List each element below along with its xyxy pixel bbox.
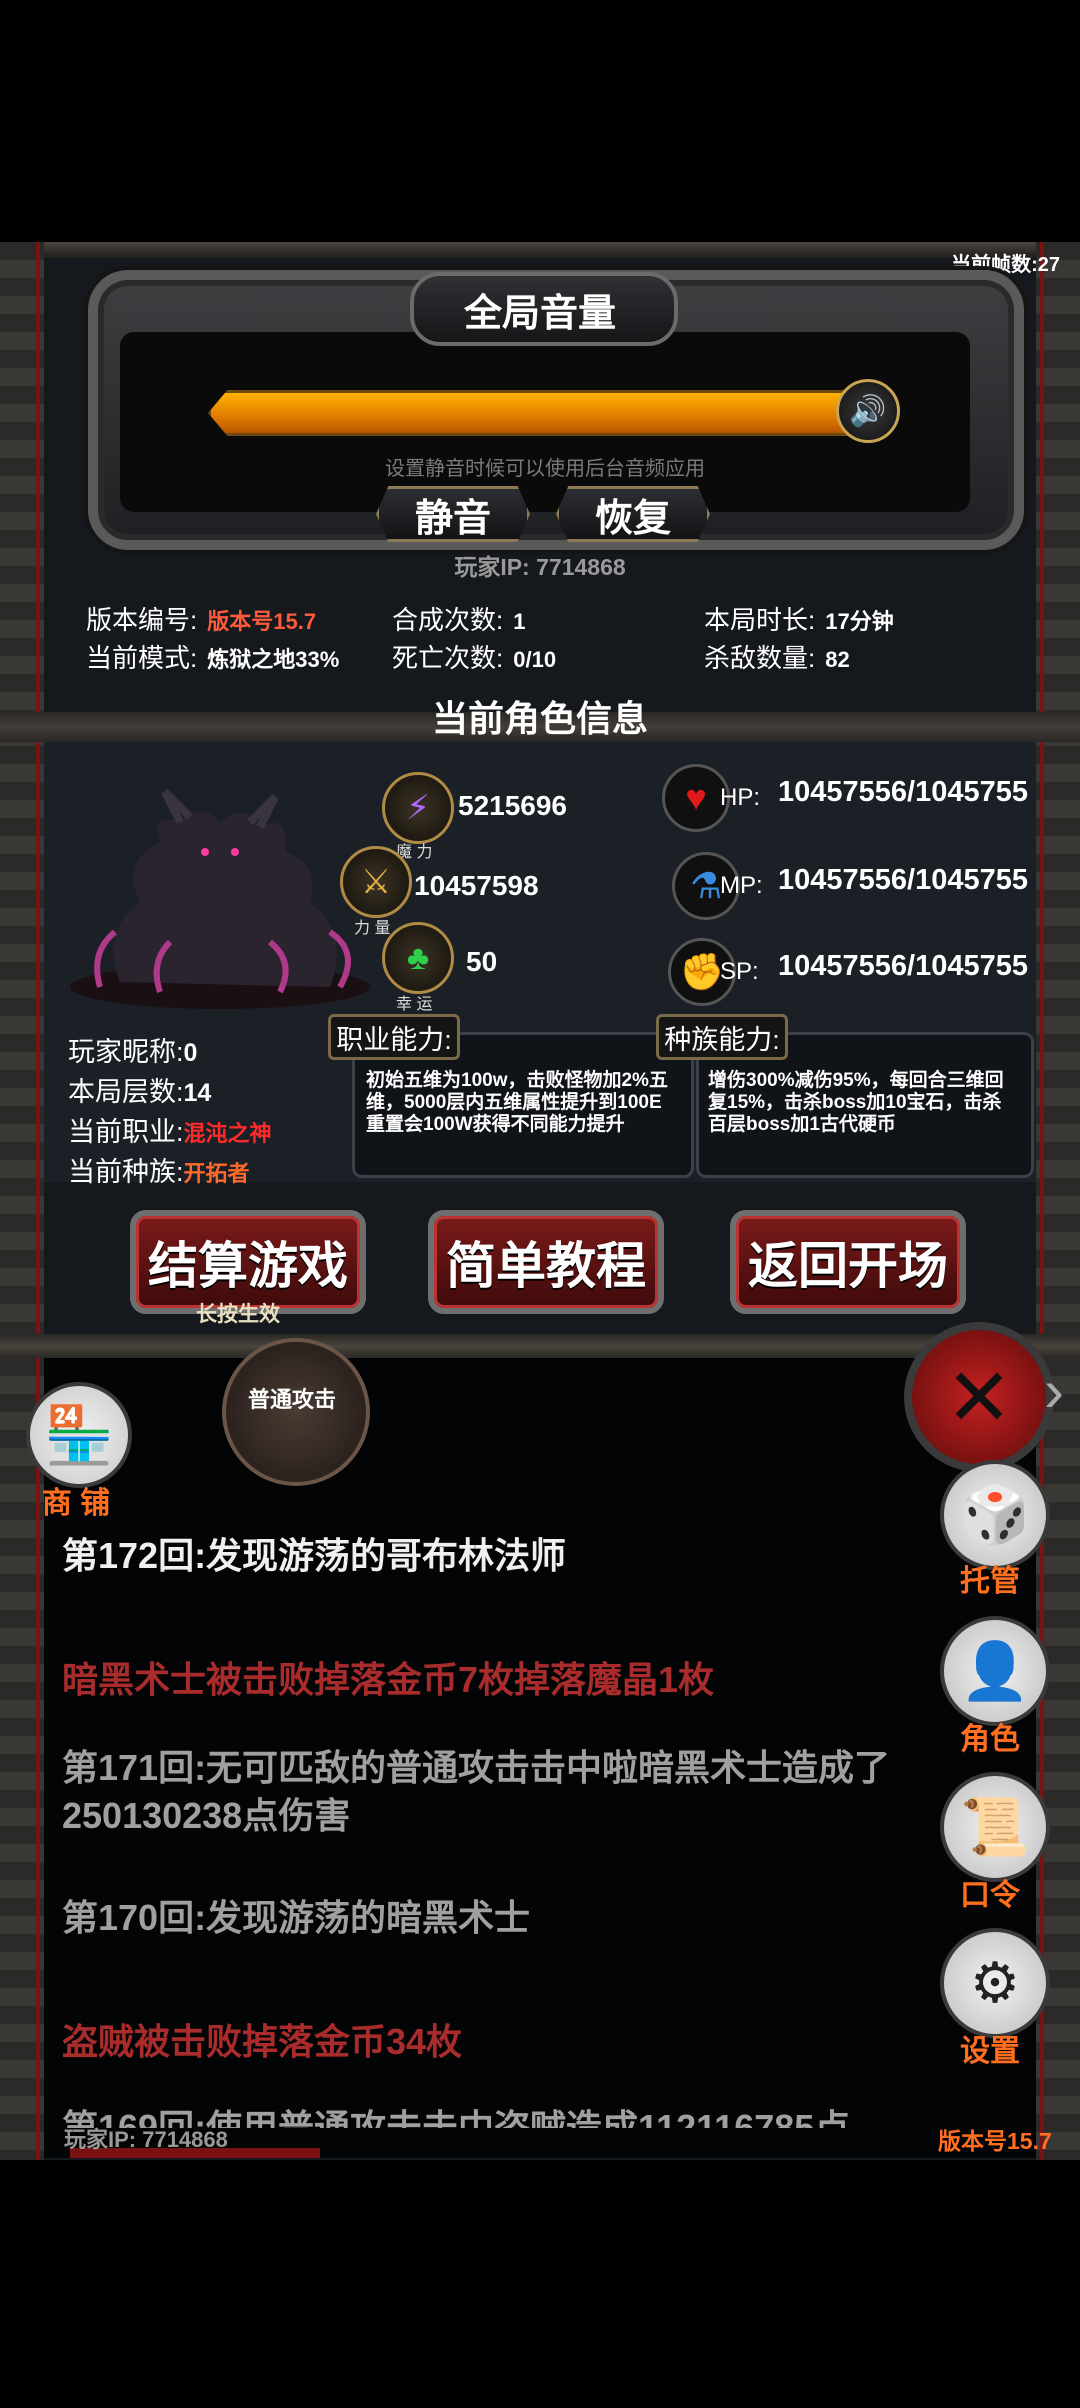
job-ability-text: 初始五维为100w，击败怪物加2%五维，5000层内五维属性提升到100E重置会… [366,1070,668,1135]
gear-icon: ⚙ [969,1951,1021,2014]
settings-button[interactable]: ⚙ [940,1928,1050,2038]
clover-icon: ♣ [382,922,454,994]
duration-value: 17分钟 [825,609,894,634]
code-button[interactable]: 📜 [940,1772,1050,1882]
kills-label: 杀敌数量: [704,643,816,673]
log-entry: 第170回:发现游荡的暗黑术士 [62,1897,531,1938]
frame-top-border [0,242,1080,258]
game-screen: 当前帧数:27 全局音量 🔊 设置静音时候可以使用后台音频应用 静音 恢复 玩家… [0,242,1080,2160]
race-label: 当前种族: [68,1157,184,1187]
job-row: 当前职业:混沌之神 [68,1110,272,1149]
sword-icon: ⚔ [340,846,412,918]
log-entry: 暗黑术士被击败掉落金币7枚掉落魔晶1枚 [62,1659,715,1700]
lightning-icon: ⚡ [382,772,454,844]
duration-stat: 本局时长: 17分钟 [704,600,894,637]
speaker-icon[interactable]: 🔊 [836,379,900,443]
job-value: 混沌之神 [183,1121,272,1146]
mp-value: 10457556/1045755 [778,864,1028,896]
magic-value: 5215696 [458,790,568,821]
log-entry: 第172回:发现游荡的哥布林法师 [62,1535,567,1576]
job-label: 当前职业: [68,1117,184,1147]
mp-label: MP: [720,872,763,899]
mode-value: 炼狱之地33% [207,647,340,672]
auto-play-button[interactable]: 🎲 [940,1460,1050,1570]
character-label: 角色 [960,1723,1020,1756]
frame-right-border [1036,242,1080,2160]
volume-slider[interactable] [208,390,854,436]
mute-button[interactable]: 静音 [376,486,530,542]
shop-icon: 🏪 [44,1403,114,1466]
tutorial-button[interactable]: 简单教程 [428,1210,664,1314]
nickname-value: 0 [183,1039,198,1067]
volume-title: 全局音量 [463,293,616,335]
luck-label: 幸 运 [396,996,433,1013]
auto-play-label: 托管 [960,1565,1020,1598]
version-label: 版本编号: [86,605,198,635]
race-row: 当前种族:开拓者 [68,1150,250,1189]
race-value: 开拓者 [183,1161,250,1186]
dice-icon: 🎲 [960,1483,1030,1546]
nickname-label: 玩家昵称: [68,1037,184,1067]
hp-value: 10457556/1045755 [778,776,1028,808]
craft-label: 合成次数: [392,605,504,635]
duration-label: 本局时长: [704,605,816,635]
strength-label: 力 量 [354,920,391,937]
long-press-note: 长按生效 [196,1303,280,1326]
mode-stat: 当前模式: 炼狱之地33% [86,638,339,675]
death-label: 死亡次数: [392,643,504,673]
footer-version: 版本号15.7 [938,2128,1052,2154]
log-entry: 盗贼被击败掉落金币34枚 [62,2021,463,2062]
race-ability-title: 种族能力: [656,1014,788,1060]
character-portrait [70,789,370,1009]
sp-value: 10457556/1045755 [778,950,1028,982]
floor-label: 本局层数: [68,1077,184,1107]
luck-value: 50 [466,946,498,977]
floor-value: 14 [183,1079,212,1107]
hp-label: HP: [720,784,761,811]
sp-label: SP: [720,958,759,985]
scroll-book-icon: 📜 [960,1795,1030,1858]
version-stat: 版本编号: 版本号15.7 [86,600,316,637]
character-button[interactable]: 👤 [940,1616,1050,1726]
normal-attack-label: 普通攻击 [247,1387,336,1412]
hooded-figure-icon: 👤 [960,1639,1030,1702]
strength-value: 10457598 [414,870,539,901]
restore-button[interactable]: 恢复 [556,486,710,542]
character-title: 当前角色信息 [431,698,648,739]
death-value: 0/10 [513,647,557,672]
code-label: 口令 [960,1879,1020,1912]
kills-stat: 杀敌数量: 82 [704,638,850,675]
chevron-right-icon[interactable]: › [1044,1356,1064,1425]
mode-label: 当前模式: [86,643,198,673]
craft-value: 1 [513,609,526,634]
nickname-row: 玩家昵称:0 [68,1030,197,1069]
shop-label: 商 铺 [41,1487,111,1520]
footer-player-ip: 玩家IP: 7714868 [64,2127,228,2152]
frame-left-border [0,242,44,2160]
settings-label: 设置 [960,2035,1020,2068]
job-ability-title: 职业能力: [328,1014,460,1060]
craft-stat: 合成次数: 1 [392,600,525,637]
player-ip: 玩家IP: 7714868 [454,554,626,580]
close-icon[interactable]: ✕ [904,1322,1054,1472]
race-ability-text: 增伤300%减伤95%，每回合三维回复15%，击杀boss加10宝石，击杀百层b… [708,1070,1004,1135]
death-stat: 死亡次数: 0/10 [392,638,556,675]
kills-value: 82 [825,647,850,672]
volume-hint: 设置静音时候可以使用后台音频应用 [385,458,705,480]
version-value: 版本号15.7 [207,609,317,634]
back-to-start-button[interactable]: 返回开场 [730,1210,966,1314]
floor-row: 本局层数:14 [68,1070,211,1109]
shop-button[interactable]: 🏪 [26,1382,132,1488]
log-entry: 第171回:无可匹敌的普通攻击击中啦暗黑术士造成了250130238点伤害 [62,1747,891,1836]
